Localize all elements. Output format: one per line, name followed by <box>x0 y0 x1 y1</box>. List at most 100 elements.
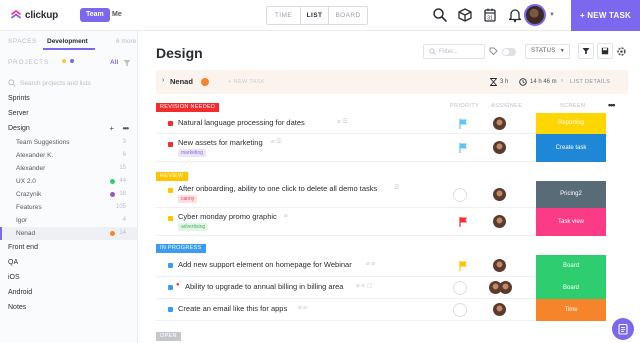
avatar[interactable] <box>493 117 506 130</box>
task-row[interactable]: Natural language processing for dates ⌀ … <box>156 113 606 134</box>
task-row[interactable]: After onboarding, ability to one click t… <box>156 181 606 208</box>
priority-empty-icon[interactable] <box>453 303 467 317</box>
column-header-screen[interactable]: SCREEN <box>560 103 585 109</box>
group-label-in-progress[interactable]: IN PROGRESS <box>156 244 206 253</box>
sidebar-item-front-end[interactable]: Front end <box>0 240 138 255</box>
subtasks-toggle[interactable] <box>502 48 516 56</box>
box-icon[interactable] <box>457 7 473 23</box>
task-name[interactable]: After onboarding, ability to one click t… <box>178 184 377 193</box>
filter-input[interactable] <box>439 48 479 55</box>
save-view-button[interactable] <box>597 43 613 59</box>
avatar[interactable] <box>493 141 506 154</box>
more-spaces-link[interactable]: 6 more <box>116 38 136 45</box>
more-options-icon[interactable]: ••• <box>608 100 616 110</box>
task-tag[interactable]: advertising <box>178 223 209 231</box>
attachment-icon[interactable]: ⌀ ⌀ <box>298 304 307 311</box>
me-tab[interactable]: Me <box>110 8 124 22</box>
sidebar-item-alexander[interactable]: Alexander 15 <box>0 162 138 175</box>
status-square[interactable] <box>168 307 173 312</box>
screen-cell[interactable]: Create task <box>536 134 606 162</box>
task-row[interactable]: New assets for marketing marketing ⌀ ☰ C… <box>156 134 606 162</box>
screen-cell[interactable]: Time <box>536 299 606 321</box>
tab-board[interactable]: BOARD <box>329 7 367 24</box>
sidebar-item-server[interactable]: Server <box>0 106 138 121</box>
list-new-task-link[interactable]: + NEW TASK <box>228 79 265 85</box>
project-search-input[interactable] <box>20 79 130 87</box>
avatar[interactable] <box>493 188 506 201</box>
new-task-button[interactable]: + NEW TASK <box>571 0 640 31</box>
bell-icon[interactable] <box>507 7 523 23</box>
avatar[interactable] <box>499 281 512 294</box>
screen-cell[interactable]: Board <box>536 255 606 277</box>
tag-icon[interactable] <box>489 47 498 56</box>
chevron-down-icon[interactable]: ▼ <box>549 12 555 18</box>
task-name[interactable]: Create an email like this for apps <box>178 304 287 313</box>
status-square[interactable] <box>168 216 173 221</box>
screen-cell[interactable]: Reporting <box>536 113 606 134</box>
status-square[interactable] <box>168 121 173 126</box>
search-icon[interactable] <box>432 7 448 23</box>
task-tag[interactable]: canny <box>178 195 198 203</box>
group-label-revision-needed[interactable]: REVISION NEEDED <box>156 103 220 112</box>
attachment-icon[interactable]: ⌀ ☰ <box>337 118 348 125</box>
task-tag[interactable]: marketing <box>178 149 206 157</box>
task-name[interactable]: Cyber monday promo graphic <box>178 212 277 221</box>
team-tab[interactable]: Team <box>80 8 110 22</box>
clickup-logo[interactable]: clickup <box>10 9 58 21</box>
avatar[interactable] <box>493 259 506 272</box>
time-estimate[interactable]: 3 h <box>490 78 508 86</box>
notepad-button[interactable] <box>612 318 634 340</box>
time-tracked[interactable]: 14 h 46 m <box>519 78 557 86</box>
attachment-icon[interactable]: ⌀ <box>284 212 288 219</box>
task-name[interactable]: Add new support element on homepage for … <box>178 260 352 269</box>
attachment-icon[interactable]: ⌀ ⌀ <box>366 260 375 267</box>
status-square[interactable] <box>168 285 173 290</box>
flag-icon[interactable] <box>458 260 470 272</box>
sidebar-item-crazynik[interactable]: Crazynik 18 <box>0 188 138 201</box>
flag-icon[interactable] <box>458 142 470 154</box>
attachment-icon[interactable]: ⌀ ⌀ ▢ <box>356 282 372 289</box>
flag-icon[interactable] <box>458 118 470 130</box>
plus-icon[interactable]: + <box>109 121 114 136</box>
task-name[interactable]: Ability to upgrade to annual billing in … <box>185 282 343 291</box>
calendar-icon[interactable]: 31 <box>482 7 498 23</box>
sidebar-item-design[interactable]: Design + ••• <box>0 121 138 136</box>
task-row[interactable]: ● Ability to upgrade to annual billing i… <box>156 277 606 299</box>
filter-icon[interactable] <box>123 59 131 67</box>
list-color-dot[interactable] <box>201 78 209 86</box>
group-label-review[interactable]: REVIEW <box>156 172 188 181</box>
attachment-icon[interactable]: ☰ <box>394 184 399 191</box>
priority-empty-icon[interactable] <box>453 281 467 295</box>
sidebar-item-sprints[interactable]: Sprints <box>0 91 138 106</box>
priority-empty-icon[interactable] <box>453 188 467 202</box>
tab-list[interactable]: LIST <box>301 7 329 24</box>
sidebar-item-alexander-k[interactable]: Alexander K. 6 <box>0 149 138 162</box>
gear-icon[interactable] <box>616 46 627 57</box>
group-label-open[interactable]: OPEN <box>156 332 181 341</box>
sidebar-item-ios[interactable]: iOS <box>0 270 138 285</box>
status-square[interactable] <box>168 142 173 147</box>
task-name[interactable]: New assets for marketing <box>178 138 263 147</box>
status-dropdown[interactable]: STATUS ▼ <box>525 44 570 59</box>
status-square[interactable] <box>168 263 173 268</box>
task-name[interactable]: Natural language processing for dates <box>178 118 305 127</box>
column-header-assignee[interactable]: ASSIGNEE <box>491 103 522 109</box>
user-avatar[interactable] <box>524 4 546 26</box>
flag-icon[interactable] <box>458 216 470 228</box>
task-row[interactable]: Add new support element on homepage for … <box>156 255 606 277</box>
list-details-link[interactable]: LIST DETAILS <box>570 79 610 85</box>
avatar[interactable] <box>493 303 506 316</box>
screen-cell[interactable]: Pricing2 <box>536 181 606 208</box>
all-projects-link[interactable]: All <box>110 59 118 66</box>
sidebar-item-team-suggestions[interactable]: Team Suggestions 3 <box>0 136 138 149</box>
chevron-right-icon[interactable]: › <box>162 77 164 84</box>
sidebar-item-nenad[interactable]: Nenad 14 <box>0 227 138 240</box>
more-options-icon[interactable]: ••• <box>123 121 129 136</box>
attachment-icon[interactable]: ⌀ ☰ <box>271 138 282 145</box>
task-row[interactable]: Create an email like this for apps ⌀ ⌀ T… <box>156 299 606 321</box>
sidebar-item-ux-2[interactable]: UX 2.0 44 <box>0 175 138 188</box>
filter-button[interactable] <box>578 43 594 59</box>
task-row[interactable]: Cyber monday promo graphic advertising ⌀… <box>156 208 606 236</box>
sidebar-item-features[interactable]: Features 105 <box>0 201 138 214</box>
current-space[interactable]: Development <box>47 38 88 45</box>
